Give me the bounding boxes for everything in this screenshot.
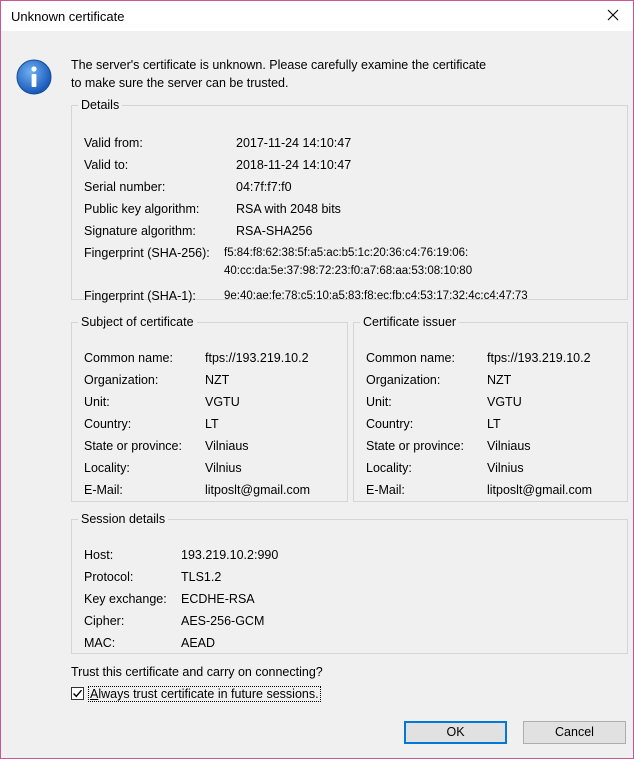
detail-label: Valid from:	[84, 136, 143, 150]
subject-legend: Subject of certificate	[81, 315, 194, 329]
fingerprint-sha1-label: Fingerprint (SHA-1):	[84, 289, 196, 303]
trust-question: Trust this certificate and carry on conn…	[71, 665, 323, 679]
session-label: Host:	[84, 548, 114, 562]
issuer-value: ftps://193.219.10.2	[487, 351, 591, 365]
session-legend: Session details	[81, 512, 166, 526]
subject-label: Locality:	[84, 461, 130, 475]
subject-value: VGTU	[205, 395, 240, 409]
issuer-legend: Certificate issuer	[363, 315, 457, 329]
detail-value: 2018-11-24 14:10:47	[236, 158, 352, 172]
fingerprint-sha256-line-2: 40:cc:da:5e:37:98:72:23:f0:a7:68:aa:53:0…	[224, 265, 473, 277]
subject-value: ftps://193.219.10.2	[205, 351, 309, 365]
detail-value: RSA with 2048 bits	[236, 202, 341, 216]
subject-value: litposlt@gmail.com	[205, 483, 311, 497]
issuer-label: E-Mail:	[366, 483, 405, 497]
issuer-label: Locality:	[366, 461, 412, 475]
session-value: 193.219.10.2:990	[181, 548, 279, 562]
issuer-label: Country:	[366, 417, 414, 431]
issuer-value: VGTU	[487, 395, 522, 409]
close-icon	[607, 9, 619, 21]
session-value: AEAD	[181, 636, 216, 650]
session-label: Protocol:	[84, 570, 134, 584]
subject-label: State or province:	[84, 439, 182, 453]
issuer-value: Vilniaus	[487, 439, 531, 453]
check-icon	[73, 689, 83, 698]
issuer-value: Vilnius	[487, 461, 524, 475]
subject-value: Vilnius	[205, 461, 242, 475]
always-trust-checkbox[interactable]	[71, 687, 84, 700]
detail-value: 2017-11-24 14:10:47	[236, 136, 352, 150]
fingerprint-sha256-line-1: f5:84:f8:62:38:5f:a5:ac:b5:1c:20:36:c4:7…	[224, 247, 469, 259]
title-bar: Unknown certificate	[1, 1, 633, 31]
session-label: Key exchange:	[84, 592, 167, 606]
always-trust-label[interactable]: Always trust certificate in future sessi…	[88, 686, 321, 702]
subject-label: Common name:	[84, 351, 173, 365]
subject-label: Unit:	[84, 395, 110, 409]
issuer-label: Unit:	[366, 395, 392, 409]
intro-line-2: to make sure the server can be trusted.	[71, 76, 289, 90]
session-group: Session details Host: 193.219.10.2:990 P…	[71, 512, 628, 654]
issuer-value: NZT	[487, 373, 512, 387]
details-group: Details Valid from: 2017-11-24 14:10:47 …	[71, 98, 628, 303]
intro-line-1: The server's certificate is unknown. Ple…	[71, 58, 487, 72]
session-label: MAC:	[84, 636, 116, 650]
detail-label: Public key algorithm:	[84, 202, 200, 216]
detail-label: Valid to:	[84, 158, 129, 172]
fingerprint-sha1-value: 9e:40:ae:fe:78:c5:10:a5:83:f8:ec:fb:c4:5…	[224, 290, 528, 302]
subject-value: Vilniaus	[205, 439, 249, 453]
detail-label: Serial number:	[84, 180, 166, 194]
issuer-label: Organization:	[366, 373, 441, 387]
issuer-value: litposlt@gmail.com	[487, 483, 593, 497]
session-value: ECDHE-RSA	[181, 592, 255, 606]
issuer-label: State or province:	[366, 439, 464, 453]
window-title: Unknown certificate	[11, 9, 125, 24]
issuer-group: Certificate issuer Common name: ftps://1…	[353, 315, 628, 502]
session-value: AES-256-GCM	[181, 614, 265, 628]
issuer-label: Common name:	[366, 351, 455, 365]
details-legend: Details	[81, 98, 120, 112]
issuer-value: LT	[487, 417, 501, 431]
info-icon	[16, 59, 52, 95]
fingerprint-sha256-label: Fingerprint (SHA-256):	[84, 246, 210, 260]
detail-value: 04:7f:f7:f0	[236, 180, 292, 194]
dialog-window: Unknown certificate The server's certifi…	[0, 0, 634, 759]
subject-value: NZT	[205, 373, 230, 387]
subject-label: Organization:	[84, 373, 159, 387]
subject-value: LT	[205, 417, 219, 431]
detail-label: Signature algorithm:	[84, 224, 196, 238]
session-label: Cipher:	[84, 614, 125, 628]
cancel-button[interactable]: Cancel	[523, 721, 626, 744]
subject-label: Country:	[84, 417, 132, 431]
close-button[interactable]	[593, 1, 633, 31]
subject-label: E-Mail:	[84, 483, 123, 497]
ok-button[interactable]: OK	[404, 721, 507, 744]
intro-message: The server's certificate is unknown. Ple…	[71, 56, 591, 92]
session-value: TLS1.2	[181, 570, 222, 584]
detail-value: RSA-SHA256	[236, 224, 313, 238]
subject-group: Subject of certificate Common name: ftps…	[71, 315, 348, 502]
